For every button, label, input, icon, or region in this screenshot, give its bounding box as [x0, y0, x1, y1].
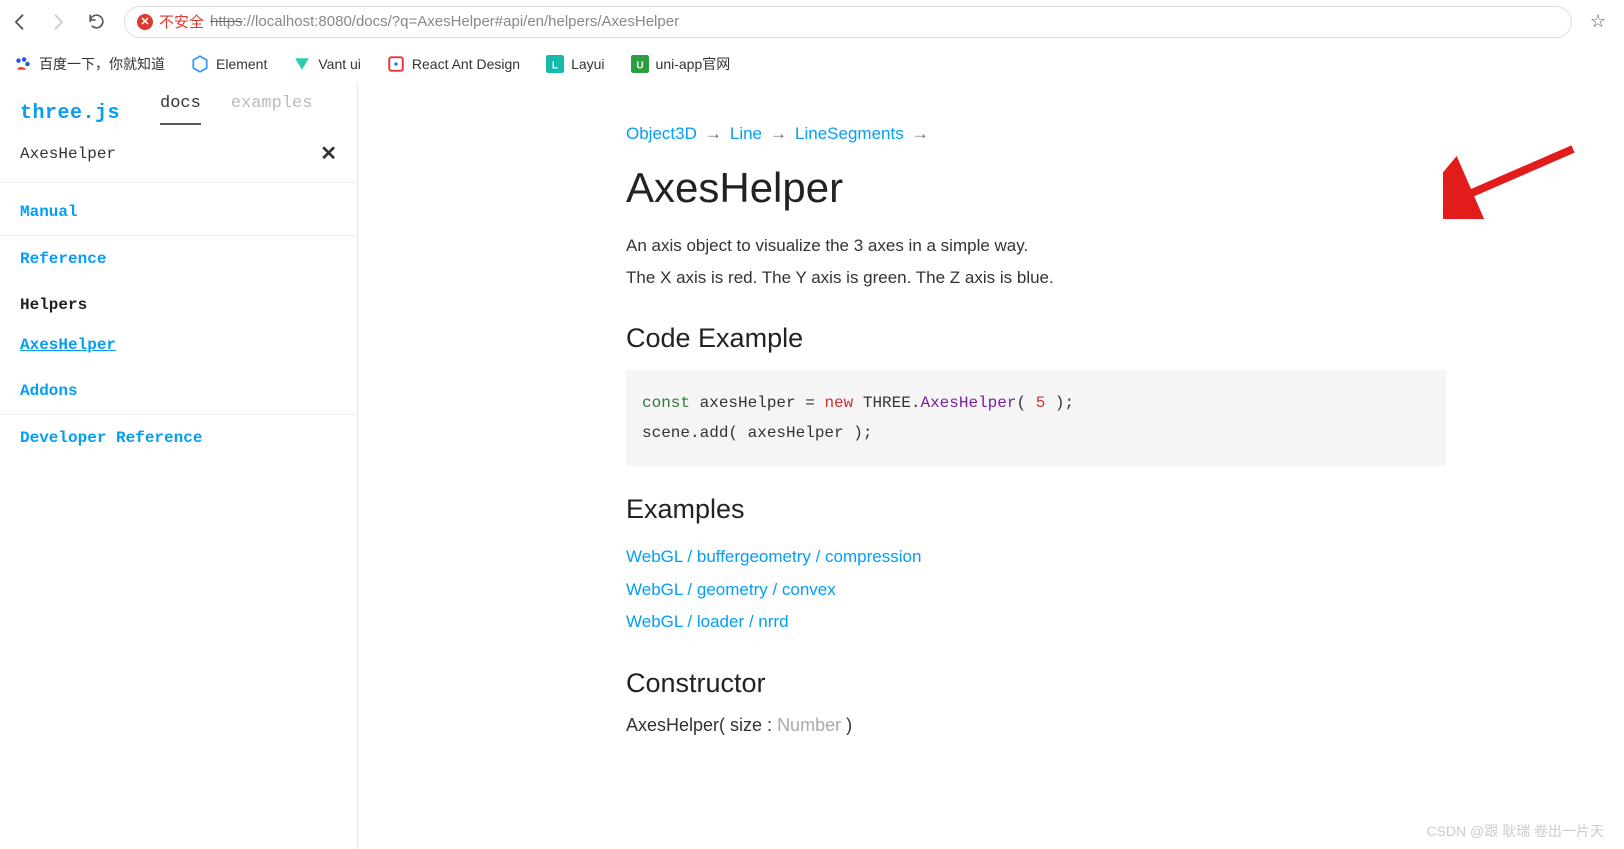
breadcrumb: Object3D → Line → LineSegments → [626, 124, 1624, 144]
arrow-icon: → [912, 124, 929, 144]
bookmark-label: Vant ui [318, 56, 361, 72]
sidebar-nav: Manual Reference Helpers AxesHelper Addo… [0, 183, 357, 467]
bookmark-vant[interactable]: Vant ui [293, 55, 361, 73]
sidebar-header: three.js docs examples [0, 84, 357, 125]
search-input[interactable] [20, 145, 320, 163]
sidebar-item-reference[interactable]: Reference [0, 236, 357, 282]
constructor-signature: AxesHelper( size : Number ) [626, 715, 1624, 736]
sidebar-item-addons[interactable]: Addons [0, 368, 357, 415]
url-text: https://localhost:8080/docs/?q=AxesHelpe… [210, 13, 679, 30]
sidebar-item-devref[interactable]: Developer Reference [0, 415, 357, 461]
arrow-icon: → [705, 124, 722, 144]
browser-nav-bar: ✕ 不安全 https://localhost:8080/docs/?q=Axe… [0, 0, 1624, 44]
bookmark-baidu[interactable]: 百度一下，你就知道 [14, 54, 165, 74]
sidebar-item-manual[interactable]: Manual [0, 189, 357, 236]
page-title: AxesHelper [626, 164, 1624, 212]
example-links: WebGL / buffergeometry / compression Web… [626, 541, 1624, 638]
sidebar: three.js docs examples ✕ Manual Referenc… [0, 84, 358, 849]
clear-search-icon[interactable]: ✕ [320, 141, 337, 166]
bookmarks-bar: 百度一下，你就知道 Element Vant ui React Ant Desi… [0, 44, 1624, 84]
arrow-icon: → [770, 124, 787, 144]
back-button[interactable] [10, 12, 30, 32]
tab-docs[interactable]: docs [160, 94, 201, 125]
example-link[interactable]: WebGL / loader / nrrd [626, 606, 1624, 638]
example-link[interactable]: WebGL / geometry / convex [626, 574, 1624, 606]
main-content: Object3D → Line → LineSegments → AxesHelper… [358, 84, 1624, 849]
not-secure-label: 不安全 [159, 11, 204, 32]
example-link[interactable]: WebGL / buffergeometry / compression [626, 541, 1624, 573]
section-constructor: Constructor [626, 668, 1624, 699]
bookmark-uniapp[interactable]: U uni-app官网 [631, 54, 731, 74]
svg-text:L: L [552, 61, 558, 72]
section-code-example: Code Example [626, 323, 1624, 354]
not-secure-icon: ✕ [137, 14, 153, 30]
page-body: three.js docs examples ✕ Manual Referenc… [0, 84, 1624, 849]
bookmark-element[interactable]: Element [191, 55, 267, 73]
section-examples: Examples [626, 494, 1624, 525]
breadcrumb-item[interactable]: Object3D [626, 124, 697, 144]
bookmark-star-icon[interactable]: ☆ [1590, 11, 1614, 32]
bookmark-label: Element [216, 56, 267, 72]
bookmark-label: 百度一下，你就知道 [39, 54, 165, 74]
tab-examples[interactable]: examples [231, 94, 313, 125]
address-bar[interactable]: ✕ 不安全 https://localhost:8080/docs/?q=Axe… [124, 6, 1572, 38]
sidebar-head-helpers: Helpers [0, 282, 357, 328]
bookmark-label: React Ant Design [412, 56, 520, 72]
code-block: const axesHelper = new THREE.AxesHelper(… [626, 370, 1446, 467]
bookmark-layui[interactable]: L Layui [546, 55, 604, 73]
brand-logo[interactable]: three.js [20, 102, 120, 125]
forward-button[interactable] [48, 12, 68, 32]
breadcrumb-item[interactable]: LineSegments [795, 124, 904, 144]
bookmark-antd[interactable]: React Ant Design [387, 55, 520, 73]
search-row: ✕ [0, 125, 357, 183]
watermark: CSDN @跟 耿瑞 卷出一片天 [1426, 821, 1604, 841]
bookmark-label: Layui [571, 56, 604, 72]
sidebar-item-axeshelper[interactable]: AxesHelper [0, 328, 357, 368]
breadcrumb-item[interactable]: Line [730, 124, 762, 144]
svg-text:U: U [636, 61, 643, 72]
bookmark-label: uni-app官网 [656, 54, 731, 74]
reload-button[interactable] [86, 12, 106, 32]
page-description: An axis object to visualize the 3 axes i… [626, 230, 1326, 295]
